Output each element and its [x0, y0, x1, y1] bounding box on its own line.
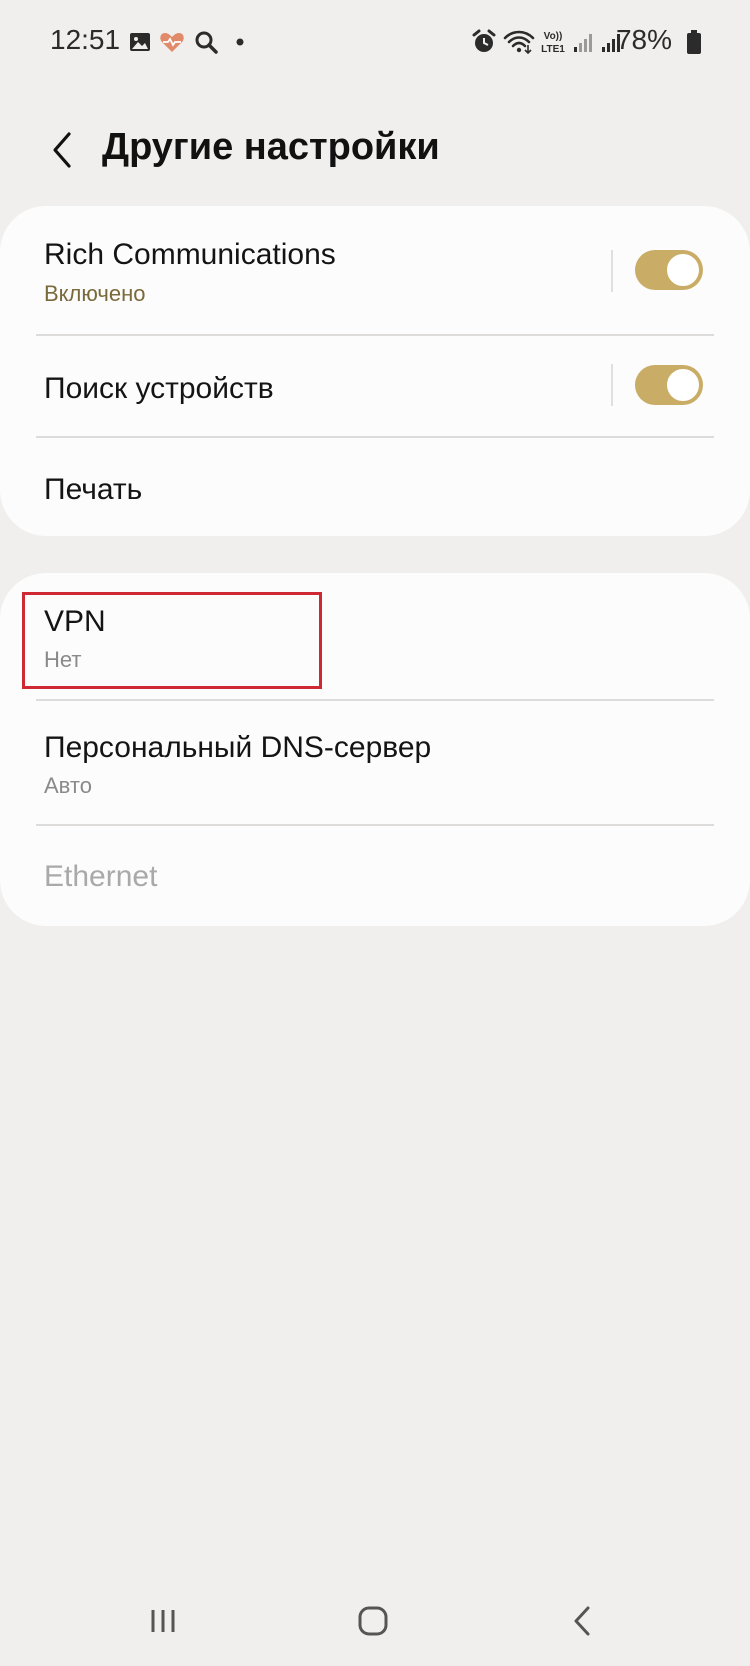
row-title: Персональный DNS-сервер — [44, 731, 432, 764]
row-title: Rich Communications — [44, 238, 336, 271]
ethernet-row: Ethernet — [0, 826, 750, 926]
status-time: 12:51 — [50, 24, 121, 55]
gallery-icon — [126, 28, 154, 56]
status-bar: 12:51 Vo)) LTE1 78% — [0, 0, 750, 84]
volte-icon: Vo)) LTE1 — [538, 28, 568, 56]
back-icon — [574, 1606, 590, 1636]
svg-text:Vo)): Vo)) — [544, 31, 563, 42]
row-title: Поиск устройств — [44, 372, 274, 405]
row-title: VPN — [44, 605, 106, 638]
device-search-toggle[interactable] — [635, 365, 703, 405]
recents-button[interactable] — [103, 1576, 223, 1666]
printing-row[interactable]: Печать — [0, 438, 750, 536]
row-separator — [611, 250, 613, 292]
chevron-left-icon — [53, 132, 71, 168]
row-title: Печать — [44, 473, 143, 506]
rich-communications-row[interactable]: Rich Communications Включено — [0, 206, 750, 336]
row-separator — [611, 364, 613, 406]
signal-icon — [570, 28, 598, 56]
search-icon — [192, 28, 220, 56]
toggle-knob — [665, 367, 701, 403]
row-subtitle: Включено — [44, 281, 146, 306]
row-title: Ethernet — [44, 860, 158, 893]
app-header: Другие настройки — [0, 100, 750, 200]
home-button[interactable] — [313, 1576, 433, 1666]
navigation-bar — [0, 1576, 750, 1666]
row-subtitle: Авто — [44, 773, 92, 798]
health-icon — [158, 28, 186, 56]
recents-icon — [151, 1610, 175, 1632]
private-dns-row[interactable]: Персональный DNS-сервер Авто — [0, 701, 750, 825]
row-subtitle: Нет — [44, 647, 82, 672]
home-icon — [358, 1606, 388, 1636]
wifi-icon — [502, 28, 536, 56]
settings-card-1: Rich Communications Включено Поиск устро… — [0, 206, 750, 536]
page-title: Другие настройки — [102, 126, 440, 168]
notification-dot-icon — [226, 28, 254, 56]
rich-communications-toggle[interactable] — [635, 250, 703, 290]
alarm-icon — [470, 28, 498, 56]
svg-text:LTE1: LTE1 — [541, 44, 565, 55]
battery-icon — [684, 28, 704, 56]
device-search-row[interactable]: Поиск устройств — [0, 336, 750, 438]
toggle-knob — [665, 252, 701, 288]
nav-back-button[interactable] — [522, 1576, 642, 1666]
vpn-row[interactable]: VPN Нет — [0, 573, 750, 699]
battery-percent: 78% — [615, 24, 672, 55]
settings-card-2: VPN Нет Персональный DNS-сервер Авто Eth… — [0, 573, 750, 926]
back-button[interactable] — [34, 122, 90, 178]
